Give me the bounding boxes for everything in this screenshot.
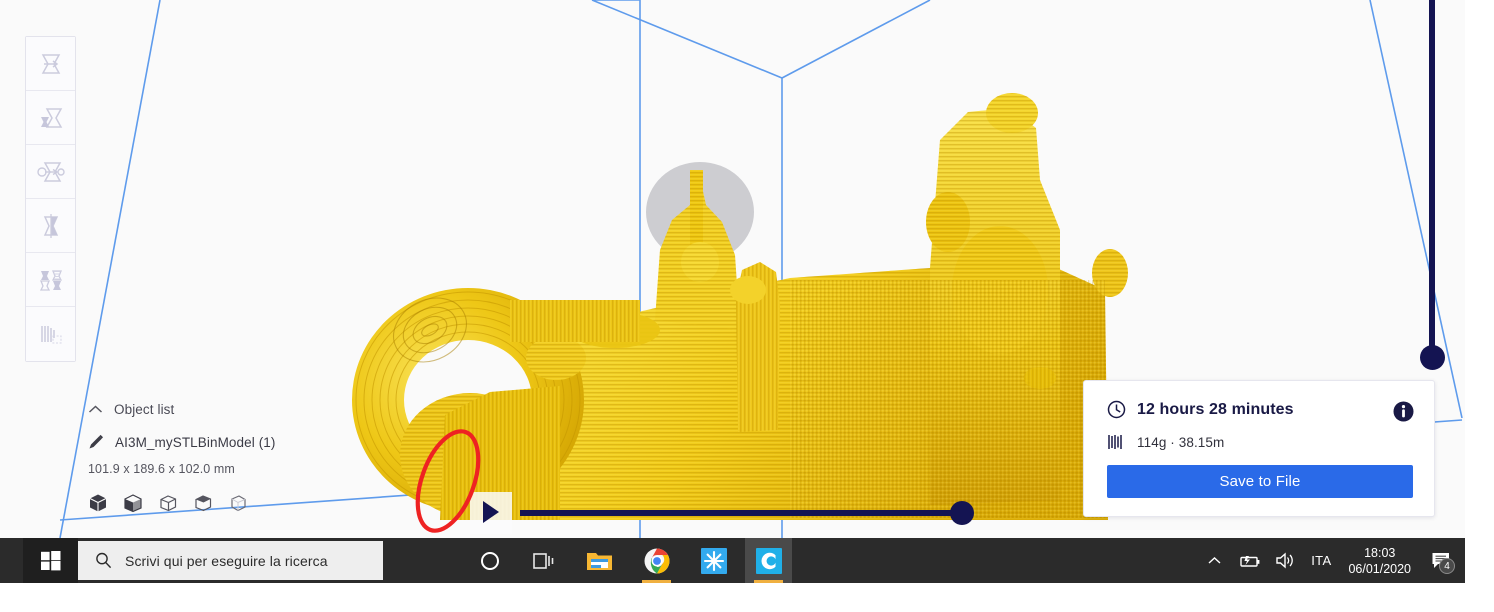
object-list-header[interactable]: Object list xyxy=(88,402,276,417)
per-model-settings-tool-button[interactable] xyxy=(26,253,75,307)
per-model-settings-tool-icon xyxy=(36,265,66,295)
print-info-card: 12 hours 28 minutes xyxy=(1083,380,1435,517)
layer-slider-horizontal-track[interactable] xyxy=(520,510,960,516)
viewport-right-margin xyxy=(1465,0,1494,538)
cura-preview-screen: Object list AI3M_mySTLBinModel (1) 101.9… xyxy=(0,0,1494,612)
layer-slider-vertical-handle[interactable] xyxy=(1420,345,1445,370)
support-blocker-tool-button[interactable] xyxy=(26,307,75,361)
left-toolbar xyxy=(25,36,76,362)
search-icon xyxy=(95,552,112,569)
tray-expand-chevron-up-icon[interactable] xyxy=(1198,556,1231,565)
clock-time: 18:03 xyxy=(1364,545,1395,561)
cube-top-icon[interactable] xyxy=(193,493,213,513)
clock-date: 06/01/2020 xyxy=(1348,561,1411,577)
play-icon[interactable] xyxy=(483,501,499,523)
move-tool-icon xyxy=(36,49,66,79)
view-mode-icons xyxy=(88,493,276,513)
language-indicator[interactable]: ITA xyxy=(1302,553,1340,568)
cube-solid-icon[interactable] xyxy=(88,493,108,513)
model-dimensions: 101.9 x 189.6 x 102.0 mm xyxy=(88,462,276,476)
system-tray: ITA 18:03 06/01/2020 4 xyxy=(1198,538,1465,583)
support-blocker-tool-icon xyxy=(36,319,66,349)
print-time-value: 12 hours 28 minutes xyxy=(1137,401,1294,419)
cube-wire-icon[interactable] xyxy=(228,493,248,513)
cube-outline-icon[interactable] xyxy=(158,493,178,513)
windows-taskbar: Scrivi qui per eseguire la ricerca xyxy=(0,538,1465,583)
taskbar-clock[interactable]: 18:03 06/01/2020 xyxy=(1340,545,1419,577)
cura-icon[interactable] xyxy=(745,538,792,583)
object-list-item-name: AI3M_mySTLBinModel (1) xyxy=(115,435,276,450)
save-to-file-button[interactable]: Save to File xyxy=(1107,465,1413,498)
snowflake-app-icon[interactable] xyxy=(690,538,737,583)
taskbar-right-margin xyxy=(1465,538,1494,583)
mirror-tool-icon xyxy=(36,211,66,241)
mirror-tool-button[interactable] xyxy=(26,199,75,253)
layer-slider-horizontal-handle[interactable] xyxy=(950,501,974,525)
object-list-panel: Object list AI3M_mySTLBinModel (1) 101.9… xyxy=(88,402,276,513)
print-time-row: 12 hours 28 minutes xyxy=(1107,400,1294,419)
windows-start-icon[interactable] xyxy=(23,538,78,583)
pencil-icon xyxy=(88,434,104,450)
material-row: 114g · 38.15m xyxy=(1107,433,1224,451)
search-input[interactable]: Scrivi qui per eseguire la ricerca xyxy=(78,541,383,580)
file-explorer-icon[interactable] xyxy=(576,538,623,583)
bottom-margin xyxy=(0,583,1494,612)
3d-viewport[interactable]: Object list AI3M_mySTLBinModel (1) 101.9… xyxy=(0,0,1465,538)
info-icon[interactable] xyxy=(1393,401,1414,427)
filament-icon xyxy=(1107,433,1126,451)
volume-icon[interactable] xyxy=(1268,552,1302,569)
task-view-icon[interactable] xyxy=(519,538,566,583)
object-list-item[interactable]: AI3M_mySTLBinModel (1) xyxy=(88,434,276,450)
search-placeholder-text: Scrivi qui per eseguire la ricerca xyxy=(125,553,328,569)
object-list-label: Object list xyxy=(114,402,174,417)
rotate-tool-icon xyxy=(36,157,66,187)
scale-tool-button[interactable] xyxy=(26,91,75,145)
chevron-up-icon xyxy=(88,404,103,415)
layer-slider-vertical-track[interactable] xyxy=(1429,0,1435,358)
notifications-icon[interactable]: 4 xyxy=(1419,538,1465,583)
battery-icon[interactable] xyxy=(1231,553,1268,569)
material-value: 114g · 38.15m xyxy=(1137,435,1224,450)
cube-shaded-icon[interactable] xyxy=(123,493,143,513)
chrome-icon[interactable] xyxy=(633,538,680,583)
notification-count-badge: 4 xyxy=(1439,558,1455,574)
scale-tool-icon xyxy=(36,103,66,133)
cortana-icon[interactable] xyxy=(466,538,513,583)
move-tool-button[interactable] xyxy=(26,37,75,91)
rotate-tool-button[interactable] xyxy=(26,145,75,199)
clock-icon xyxy=(1107,400,1126,419)
